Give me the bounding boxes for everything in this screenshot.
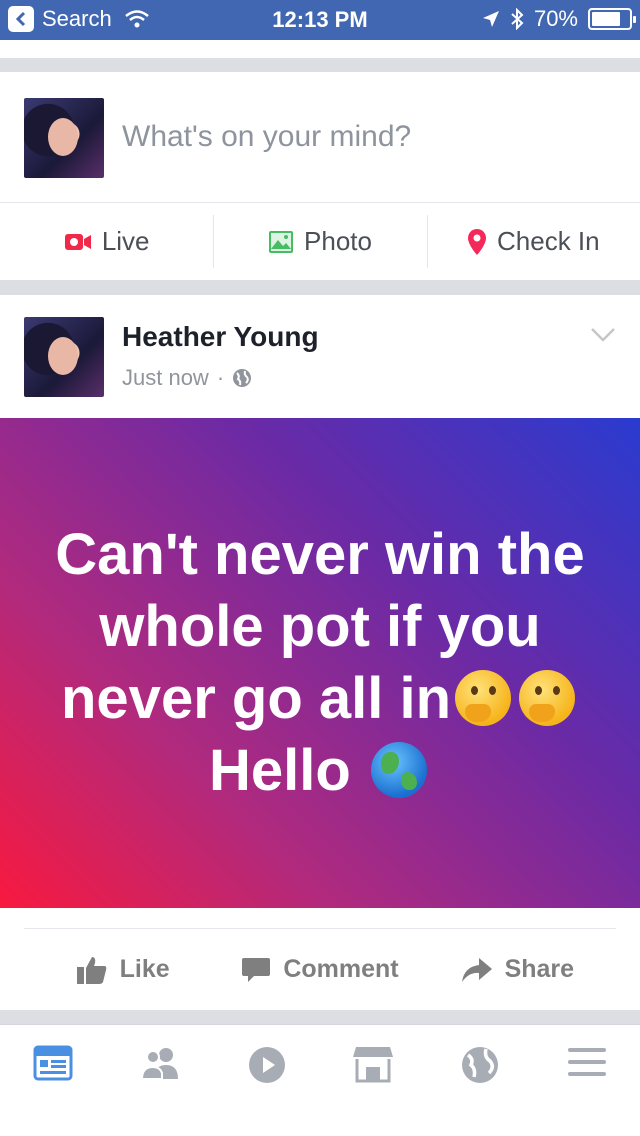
comment-icon xyxy=(242,957,271,982)
globe-icon xyxy=(233,369,252,387)
play-icon xyxy=(248,1047,285,1083)
live-button[interactable]: Live xyxy=(0,203,213,280)
avatar[interactable] xyxy=(24,98,104,178)
photo-button[interactable]: Photo xyxy=(213,203,426,280)
tab-watch[interactable] xyxy=(213,1045,320,1136)
composer-actions: Live Photo Check In xyxy=(0,202,640,280)
thinking-face-emoji-icon xyxy=(519,670,575,726)
chevron-down-icon[interactable] xyxy=(590,327,616,343)
comment-label: Comment xyxy=(283,955,399,983)
location-pin-icon xyxy=(468,228,487,255)
whats-on-your-mind-input[interactable]: What's on your mind? xyxy=(122,120,411,154)
share-button[interactable]: Share xyxy=(419,929,616,1010)
like-button[interactable]: Like xyxy=(24,929,221,1010)
status-composer: What's on your mind? Live Photo Check In xyxy=(0,72,640,280)
post-author[interactable]: Heather Young xyxy=(122,321,319,353)
globe-icon xyxy=(462,1047,499,1083)
news-feed-icon xyxy=(33,1045,73,1081)
bluetooth-icon xyxy=(511,8,524,30)
photo-icon xyxy=(269,230,294,253)
tab-marketplace[interactable] xyxy=(320,1045,427,1136)
photo-label: Photo xyxy=(304,226,372,256)
battery-percent: 70% xyxy=(533,6,578,31)
post-meta: Just now · xyxy=(122,365,252,391)
live-label: Live xyxy=(101,226,150,256)
post-timestamp[interactable]: Just now xyxy=(122,365,209,391)
like-label: Like xyxy=(119,955,170,983)
marketplace-icon xyxy=(353,1047,394,1083)
location-arrow-icon xyxy=(482,11,499,27)
battery-icon xyxy=(588,8,636,30)
status-bar: Search 12:13 PM 70% xyxy=(0,0,640,40)
post-text: Can't never win the whole pot if you nev… xyxy=(40,519,600,807)
meta-separator: · xyxy=(216,365,225,390)
share-arrow-icon xyxy=(461,957,492,982)
tab-news-feed[interactable] xyxy=(0,1045,107,1136)
post-action-bar: Like Comment Share xyxy=(24,928,616,1010)
bottom-tab-bar xyxy=(0,1024,640,1136)
tab-friends[interactable] xyxy=(107,1045,214,1136)
menu-icon xyxy=(567,1048,606,1076)
thinking-face-emoji-icon xyxy=(455,670,511,726)
author-avatar[interactable] xyxy=(24,317,104,397)
friends-icon xyxy=(140,1048,178,1080)
check-in-label: Check In xyxy=(497,226,600,256)
check-in-button[interactable]: Check In xyxy=(426,203,640,280)
post-text-hello: Hello xyxy=(209,738,351,803)
post-background: Can't never win the whole pot if you nev… xyxy=(0,418,640,908)
share-label: Share xyxy=(504,955,575,983)
globe-emoji-icon xyxy=(370,742,427,798)
post-card: Heather Young Just now · Can't never win… xyxy=(0,295,640,1010)
tab-notifications[interactable] xyxy=(427,1045,534,1136)
thumbs-up-icon xyxy=(76,956,106,984)
live-video-icon xyxy=(64,233,91,250)
top-strip xyxy=(0,40,640,58)
comment-button[interactable]: Comment xyxy=(221,929,418,1010)
tab-menu[interactable] xyxy=(533,1045,640,1136)
